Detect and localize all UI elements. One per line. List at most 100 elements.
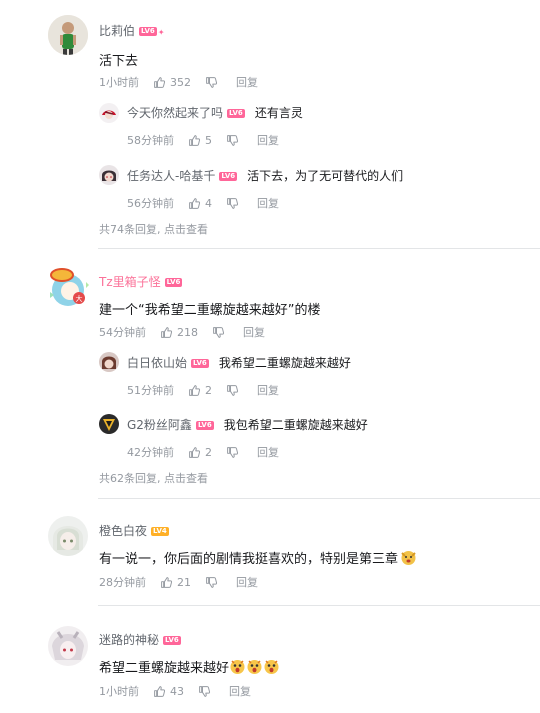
reply-meta: 42分钟前 2 回复 bbox=[127, 444, 279, 460]
like-button[interactable]: 2 bbox=[188, 384, 212, 397]
dislike-button[interactable] bbox=[198, 685, 211, 698]
shocked-emoji-icon bbox=[246, 658, 263, 675]
avatar[interactable] bbox=[99, 414, 119, 434]
username[interactable]: Tz里箱子怪 LV6 bbox=[99, 273, 183, 290]
username[interactable]: 比莉伯 LV6 ✦ bbox=[99, 22, 165, 39]
reply-text: 我希望二重螺旋越来越好 bbox=[218, 356, 351, 370]
reply-line: 任务达人-哈基千 LV6 活下去，为了无可替代的人们 bbox=[127, 167, 403, 184]
avatar[interactable] bbox=[99, 165, 119, 185]
username[interactable]: 迷路的神秘 LV6 bbox=[99, 631, 181, 648]
like-button[interactable]: 4 bbox=[188, 197, 212, 210]
like-button[interactable]: 218 bbox=[160, 326, 198, 339]
reply-button[interactable]: 回复 bbox=[229, 683, 251, 699]
like-button[interactable]: 2 bbox=[188, 446, 212, 459]
username-text[interactable]: G2粉丝阿鑫 bbox=[127, 418, 192, 432]
reply-line: G2粉丝阿鑫 LV6 我包希望二重螺旋越来越好 bbox=[127, 416, 368, 433]
reply-button[interactable]: 回复 bbox=[243, 324, 265, 340]
level-badge: LV6 bbox=[191, 359, 209, 368]
dislike-button[interactable] bbox=[226, 446, 239, 459]
like-count: 4 bbox=[205, 196, 212, 210]
level-badge: LV6 bbox=[139, 27, 157, 36]
dog-emoji-icon bbox=[400, 549, 417, 566]
thumb-up-icon bbox=[161, 326, 173, 338]
comment-meta: 54分钟前 218 回复 bbox=[99, 324, 265, 340]
reply-meta: 58分钟前 5 回复 bbox=[127, 132, 279, 148]
dislike-button[interactable] bbox=[212, 326, 225, 339]
thumb-down-icon bbox=[227, 446, 239, 458]
avatar[interactable]: 大 bbox=[42, 262, 94, 314]
reply-text: 活下去，为了无可替代的人们 bbox=[247, 169, 404, 183]
thumb-up-icon bbox=[189, 446, 201, 458]
reply-button[interactable]: 回复 bbox=[257, 444, 279, 460]
username-text[interactable]: Tz里箱子怪 bbox=[99, 275, 161, 289]
reply-button[interactable]: 回复 bbox=[257, 382, 279, 398]
thumb-down-icon bbox=[206, 576, 218, 588]
like-button[interactable]: 21 bbox=[160, 576, 191, 589]
dislike-button[interactable] bbox=[226, 384, 239, 397]
like-count: 352 bbox=[170, 75, 191, 89]
like-button[interactable]: 43 bbox=[153, 685, 184, 698]
dislike-button[interactable] bbox=[205, 76, 218, 89]
reply-button[interactable]: 回复 bbox=[236, 74, 258, 90]
timestamp: 56分钟前 bbox=[127, 197, 174, 210]
timestamp: 1小时前 bbox=[99, 685, 139, 698]
username-text[interactable]: 橙色白夜 bbox=[99, 524, 147, 538]
shocked-emoji-icon bbox=[229, 658, 246, 675]
reply-text: 还有言灵 bbox=[254, 106, 303, 120]
comment-text: 希望二重螺旋越来越好 bbox=[99, 657, 280, 676]
shocked-emoji-icon bbox=[263, 658, 280, 675]
level-badge: LV6 bbox=[227, 109, 245, 118]
username-text[interactable]: 比莉伯 bbox=[99, 24, 135, 38]
comment-text: 活下去 bbox=[99, 54, 139, 69]
timestamp: 1小时前 bbox=[99, 76, 139, 89]
comment-meta: 28分钟前 21 回复 bbox=[99, 574, 258, 590]
like-count: 43 bbox=[170, 684, 184, 698]
thumb-down-icon bbox=[199, 685, 211, 697]
timestamp: 28分钟前 bbox=[99, 576, 146, 589]
comment-text: 有一说一，你后面的剧情我挺喜欢的，特别是第三章 bbox=[99, 548, 417, 567]
username-text[interactable]: 任务达人-哈基千 bbox=[127, 169, 215, 183]
view-more-replies[interactable]: 共74条回复, 点击查看 bbox=[99, 221, 208, 237]
dislike-button[interactable] bbox=[226, 134, 239, 147]
timestamp: 58分钟前 bbox=[127, 134, 174, 147]
avatar[interactable] bbox=[99, 103, 119, 123]
dislike-button[interactable] bbox=[226, 197, 239, 210]
dislike-button[interactable] bbox=[205, 576, 218, 589]
username-text[interactable]: 白日依山始 bbox=[127, 356, 187, 370]
timestamp: 54分钟前 bbox=[99, 326, 146, 339]
level-badge: LV4 bbox=[151, 527, 169, 536]
username-text[interactable]: 迷路的神秘 bbox=[99, 633, 159, 647]
thumb-up-icon bbox=[154, 685, 166, 697]
reply-button[interactable]: 回复 bbox=[257, 195, 279, 211]
comment-text: 建一个“我希望二重螺旋越来越好”的楼 bbox=[99, 303, 321, 318]
view-more-replies[interactable]: 共62条回复, 点击查看 bbox=[99, 470, 208, 486]
thumb-up-icon bbox=[189, 197, 201, 209]
reply-line: 今天你然起来了吗 LV6 还有言灵 bbox=[127, 104, 303, 121]
thumb-up-icon bbox=[189, 384, 201, 396]
reply-meta: 56分钟前 4 回复 bbox=[127, 195, 279, 211]
comment-text-content: 有一说一，你后面的剧情我挺喜欢的，特别是第三章 bbox=[99, 552, 399, 567]
avatar[interactable] bbox=[48, 15, 88, 55]
reply-line: 白日依山始 LV6 我希望二重螺旋越来越好 bbox=[127, 354, 351, 371]
avatar[interactable] bbox=[99, 352, 119, 372]
thumb-down-icon bbox=[206, 76, 218, 88]
divider bbox=[98, 248, 540, 249]
timestamp: 51分钟前 bbox=[127, 384, 174, 397]
avatar[interactable] bbox=[48, 516, 88, 556]
thumb-down-icon bbox=[227, 197, 239, 209]
level-badge: LV6 bbox=[163, 636, 181, 645]
username-text[interactable]: 今天你然起来了吗 bbox=[127, 106, 223, 120]
username[interactable]: 橙色白夜 LV4 bbox=[99, 522, 169, 539]
like-count: 21 bbox=[177, 575, 191, 589]
like-button[interactable]: 5 bbox=[188, 134, 212, 147]
reply-button[interactable]: 回复 bbox=[236, 574, 258, 590]
comment-text-content: 希望二重螺旋越来越好 bbox=[99, 661, 230, 676]
avatar[interactable] bbox=[48, 626, 88, 666]
like-button[interactable]: 352 bbox=[153, 76, 191, 89]
comment-meta: 1小时前 43 回复 bbox=[99, 683, 251, 699]
like-count: 2 bbox=[205, 383, 212, 397]
comment-meta: 1小时前 352 回复 bbox=[99, 74, 258, 90]
thumb-down-icon bbox=[213, 326, 225, 338]
reply-button[interactable]: 回复 bbox=[257, 132, 279, 148]
vip-icon: ✦ bbox=[157, 28, 165, 37]
